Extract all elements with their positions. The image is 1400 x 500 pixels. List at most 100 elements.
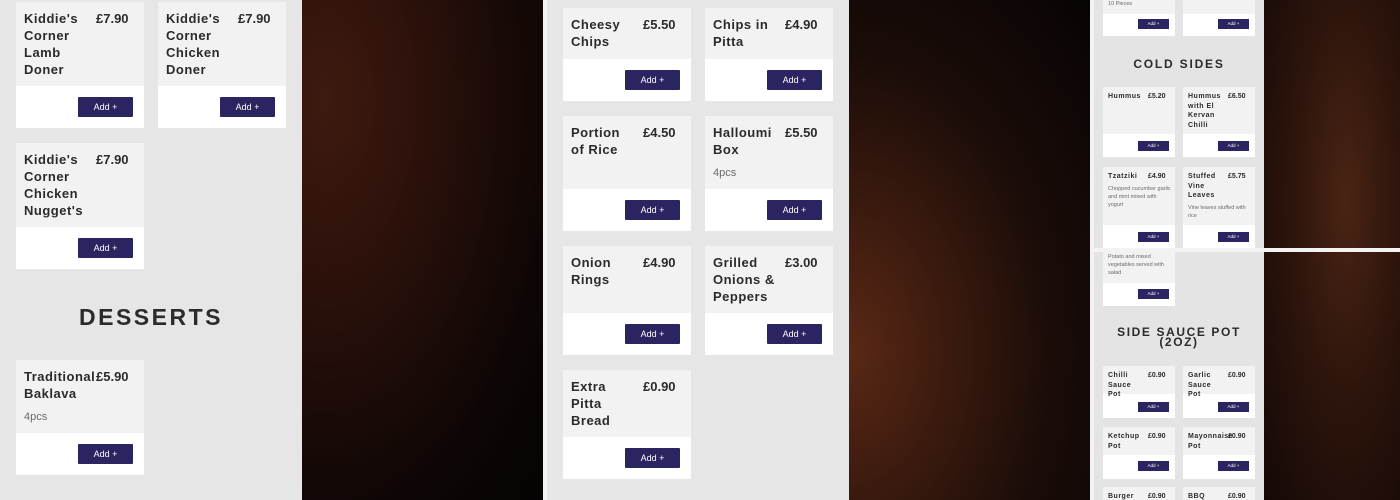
add-to-order-button[interactable]: Add + [1218, 402, 1249, 412]
add-to-order-button[interactable]: Add + [767, 200, 822, 220]
item-name: Burger [1108, 493, 1134, 500]
add-to-order-button[interactable]: Add + [78, 238, 133, 258]
add-to-order-button[interactable]: Add + [220, 97, 275, 117]
menu-item-card: Stuffed Vine Leaves £5.75 Vine leaves st… [1183, 167, 1255, 248]
item-price: £0.90 [1148, 433, 1166, 440]
item-price: £4.90 [785, 17, 818, 32]
item-description: 4pcs [713, 167, 737, 179]
menu-item-card: Onion Rings £4.90 Add + [563, 246, 691, 355]
item-price: £5.90 [96, 369, 129, 384]
menu-item-card: Halloumi Box £5.50 4pcs Add + [705, 116, 833, 231]
menu-item-card: Grilled Onions & Peppers £3.00 Add + [705, 246, 833, 355]
section-heading-cold-sides: COLD SIDES [1133, 57, 1225, 71]
item-name: Ketchup Pot [1108, 433, 1140, 450]
item-name: Cheesy Chips [571, 17, 621, 49]
item-price: £7.90 [96, 152, 129, 167]
item-price: £0.90 [643, 379, 676, 394]
item-description: Potato and mixed vegetables served with … [1108, 254, 1164, 276]
item-name: Chips in Pitta [713, 17, 769, 49]
menu-item-card: Chilli Sauce Pot £0.90 Add + [1103, 366, 1175, 418]
menu-item-card: Garlic Sauce Pot £0.90 Add + [1183, 366, 1255, 418]
item-name: Portion of Rice [571, 125, 620, 157]
add-to-order-button[interactable]: Add + [1218, 141, 1249, 151]
menu-item-card: Kiddie's Corner Lamb Doner £7.90 Add + [16, 2, 144, 128]
add-to-order-button[interactable]: Add + [1138, 461, 1169, 471]
menu-item-card: Hummus £5.20 Add + [1103, 87, 1175, 157]
menu-item-card: Cheesy Chips £5.50 Add + [563, 8, 691, 101]
item-name: Kiddie's Corner Chicken Nugget's [24, 152, 84, 218]
item-name: Traditional Baklava [24, 369, 96, 401]
menu-column-kids-desserts: Kiddie's Corner Lamb Doner £7.90 Add + K… [0, 0, 302, 500]
item-price: £5.50 [785, 125, 818, 140]
item-description: 10 Pieces [1108, 1, 1133, 7]
item-price: £5.75 [1228, 173, 1246, 180]
item-name: Extra Pitta Bread [571, 379, 611, 428]
item-price: £4.90 [1148, 173, 1166, 180]
section-heading-desserts: DESSERTS [79, 304, 223, 330]
item-price: £5.20 [1148, 93, 1166, 100]
item-price: £0.90 [1228, 493, 1246, 500]
item-name: Chilli Sauce Pot [1108, 372, 1132, 398]
item-name: Halloumi Box [713, 125, 772, 157]
item-description: Chopped cucumber garlic and mint mixed w… [1108, 186, 1171, 208]
add-to-order-button[interactable]: Add + [625, 324, 680, 344]
add-to-order-button[interactable]: Add + [78, 97, 133, 117]
add-to-order-button[interactable]: Add + [1218, 461, 1249, 471]
item-price: £0.90 [1148, 493, 1166, 500]
item-price: £6.50 [1228, 93, 1246, 100]
menu-item-card: Chips in Pitta £4.90 Add + [705, 8, 833, 101]
item-price: £4.50 [643, 125, 676, 140]
item-price: £7.90 [238, 11, 271, 26]
menu-item-card: BBQ £0.90 [1183, 487, 1255, 500]
menu-item-card: Tzatziki £4.90 Chopped cucumber garlic a… [1103, 167, 1175, 248]
add-to-order-button[interactable]: Add + [767, 70, 822, 90]
item-price: £5.50 [643, 17, 676, 32]
menu-item-card: Kiddie's Corner Chicken Doner £7.90 Add … [158, 2, 286, 128]
menu-item-card: Traditional Baklava £5.90 4pcs Add + [16, 360, 144, 475]
menu-column-cold-sides: 10 Pieces Add + Add + COLD SIDES Hummus … [1094, 0, 1264, 248]
add-to-order-button[interactable]: Add + [1138, 19, 1169, 29]
menu-item-card: Burger £0.90 [1103, 487, 1175, 500]
item-price: £4.90 [643, 255, 676, 270]
menu-column-hot-sides: Cheesy Chips £5.50 Add + Chips in Pitta … [547, 0, 849, 500]
item-price: £0.90 [1148, 372, 1166, 379]
add-to-order-button[interactable]: Add + [1138, 141, 1169, 151]
add-to-order-button[interactable]: Add + [625, 70, 680, 90]
add-to-order-button[interactable]: Add + [1218, 19, 1249, 29]
item-name: Hummus [1108, 93, 1141, 100]
background-image-strip [302, 0, 543, 500]
add-to-order-button[interactable]: Add + [767, 324, 822, 344]
menu-item-card: Add + [1183, 0, 1255, 36]
add-to-order-button[interactable]: Add + [625, 448, 680, 468]
menu-item-card: Potato and mixed vegetables served with … [1103, 252, 1175, 306]
item-name: Kiddie's Corner Chicken Doner [166, 11, 221, 77]
item-name: Tzatziki [1108, 173, 1138, 180]
add-to-order-button[interactable]: Add + [1138, 402, 1169, 412]
item-name: Mayonnaise Pot [1188, 433, 1234, 450]
menu-item-card: Mayonnaise Pot £0.90 Add + [1183, 427, 1255, 479]
add-to-order-button[interactable]: Add + [1138, 289, 1169, 299]
menu-item-card: Ketchup Pot £0.90 Add + [1103, 427, 1175, 479]
item-name: BBQ [1188, 493, 1206, 500]
item-price: £0.90 [1228, 372, 1246, 379]
menu-column-sauces: Potato and mixed vegetables served with … [1094, 252, 1264, 500]
add-to-order-button[interactable]: Add + [78, 444, 133, 464]
item-name: Stuffed Vine Leaves [1188, 173, 1216, 199]
add-to-order-button[interactable]: Add + [1218, 232, 1249, 242]
menu-item-card: Extra Pitta Bread £0.90 Add + [563, 370, 691, 479]
section-heading-side-sauce-pot: SIDE SAUCE POT (2OZ) [1117, 325, 1241, 349]
item-price: £7.90 [96, 11, 129, 26]
item-price: £0.90 [1228, 433, 1246, 440]
add-to-order-button[interactable]: Add + [625, 200, 680, 220]
menu-item-card: Hummus with El Kervan Chilli £6.50 Add + [1183, 87, 1255, 157]
item-price: £3.00 [785, 255, 818, 270]
item-name: Onion Rings [571, 255, 612, 287]
menu-item-card: Portion of Rice £4.50 Add + [563, 116, 691, 231]
add-to-order-button[interactable]: Add + [1138, 232, 1169, 242]
background-image-strip [849, 0, 1090, 500]
item-description: Vine leaves stuffed with rice [1188, 205, 1246, 219]
menu-item-card: 10 Pieces Add + [1103, 0, 1175, 36]
item-name: Kiddie's Corner Lamb Doner [24, 11, 79, 77]
item-name: Hummus with El Kervan Chilli [1188, 93, 1221, 129]
item-name: Garlic Sauce Pot [1188, 372, 1212, 398]
